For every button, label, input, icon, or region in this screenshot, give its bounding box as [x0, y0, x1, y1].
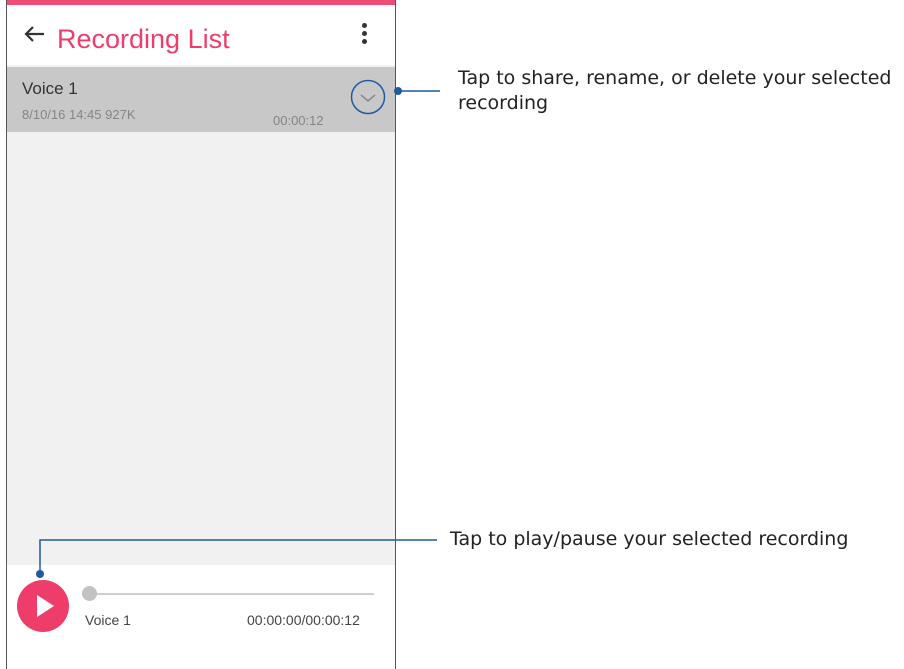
callout-play-text: Tap to play/pause your selected recordin… [450, 528, 849, 550]
callout-line [39, 539, 437, 574]
callout-options-text: Tap to share, rename, or delete your sel… [458, 67, 892, 114]
